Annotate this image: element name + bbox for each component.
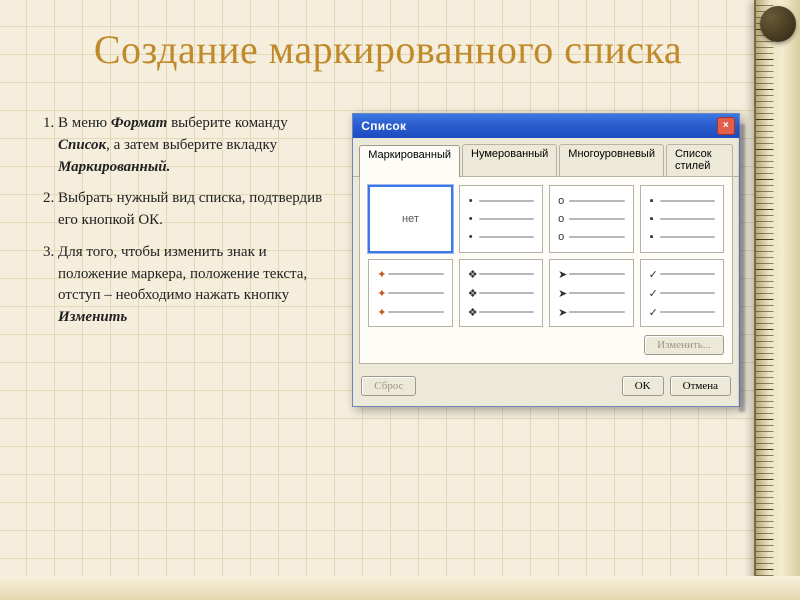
bullet-glyph: o [558,213,564,225]
tab-multilevel[interactable]: Многоуровневый [559,144,664,176]
tab-name-bulleted: Маркированный. [58,159,170,175]
bullet-option-diamond[interactable]: ❖ ❖ ❖ [459,259,543,327]
text: Для того, чтобы изменить знак и положени… [58,244,307,304]
bullet-option-circle[interactable]: o o o [549,185,633,253]
bullet-glyph: ✓ [649,268,655,281]
bullet-glyph: ➤ [558,268,564,281]
instruction-step-3: Для того, чтобы изменить знак и положени… [58,242,334,329]
bullet-glyph: ❖ [468,287,474,300]
dialog-panel: нет • • • o o o ▪ ▪ ▪ [359,177,733,364]
dialog-tabs: Маркированный Нумерованный Многоуровневы… [353,138,739,177]
bullet-glyph: ➤ [558,287,564,300]
tab-numbered[interactable]: Нумерованный [462,144,557,176]
bullet-glyph: ✦ [377,287,383,300]
bullet-glyph: o [558,195,564,207]
bullet-glyph: ❖ [468,306,474,319]
bullet-glyph: ▪ [649,231,655,243]
close-icon[interactable]: × [717,117,735,135]
bullet-option-none[interactable]: нет [368,185,452,253]
tab-bulleted[interactable]: Маркированный [359,145,460,177]
text: выберите команду [167,115,287,131]
ok-button[interactable]: OK [622,376,664,396]
slide-footer-strip [0,576,800,600]
bullet-option-star[interactable]: ✦ ✦ ✦ [368,259,452,327]
instruction-step-1: В меню Формат выберите команду Список, а… [58,113,334,178]
bullet-glyph: ✓ [649,287,655,300]
bullet-glyph: ✓ [649,306,655,319]
bullet-glyph: • [468,231,474,243]
change-button[interactable]: Изменить... [644,335,724,355]
instruction-list: В меню Формат выберите команду Список, а… [36,113,334,407]
menu-name-format: Формат [111,115,167,131]
command-name-list: Список [58,137,106,153]
bullet-glyph: ▪ [649,195,655,207]
tab-label: Маркированный [368,149,451,161]
bullet-option-square[interactable]: ▪ ▪ ▪ [640,185,724,253]
bullet-glyph: ✦ [377,268,383,281]
tab-label: Список стилей [675,148,712,172]
instruction-step-2: Выбрать нужный вид списка, подтвердив ег… [58,188,334,232]
bullet-glyph: o [558,231,564,243]
text: , а затем выберите вкладку [106,137,277,153]
dialog-title: Список [361,119,406,133]
text: Выбрать нужный вид списка, подтвердив ег… [58,190,322,228]
bullet-option-disc[interactable]: • • • [459,185,543,253]
tab-list-styles[interactable]: Список стилей [666,144,733,176]
tab-label: Многоуровневый [568,148,655,160]
bullet-glyph: • [468,213,474,225]
slide-title: Создание маркированного списка [36,26,740,73]
tab-label: Нумерованный [471,148,548,160]
bullet-option-arrow[interactable]: ➤ ➤ ➤ [549,259,633,327]
bullet-glyph: ➤ [558,306,564,319]
text: В меню [58,115,111,131]
none-label: нет [402,213,419,225]
bullet-glyph: ▪ [649,213,655,225]
bullet-glyph: ❖ [468,268,474,281]
list-dialog: Список × Маркированный Нумерованный Мног… [352,113,740,407]
dialog-titlebar[interactable]: Список × [353,114,739,138]
reset-button[interactable]: Сброс [361,376,416,396]
bullet-glyph: ✦ [377,306,383,319]
cancel-button[interactable]: Отмена [670,376,731,396]
button-name-change: Изменить [58,309,127,325]
bullet-option-check[interactable]: ✓ ✓ ✓ [640,259,724,327]
bullet-glyph: • [468,195,474,207]
